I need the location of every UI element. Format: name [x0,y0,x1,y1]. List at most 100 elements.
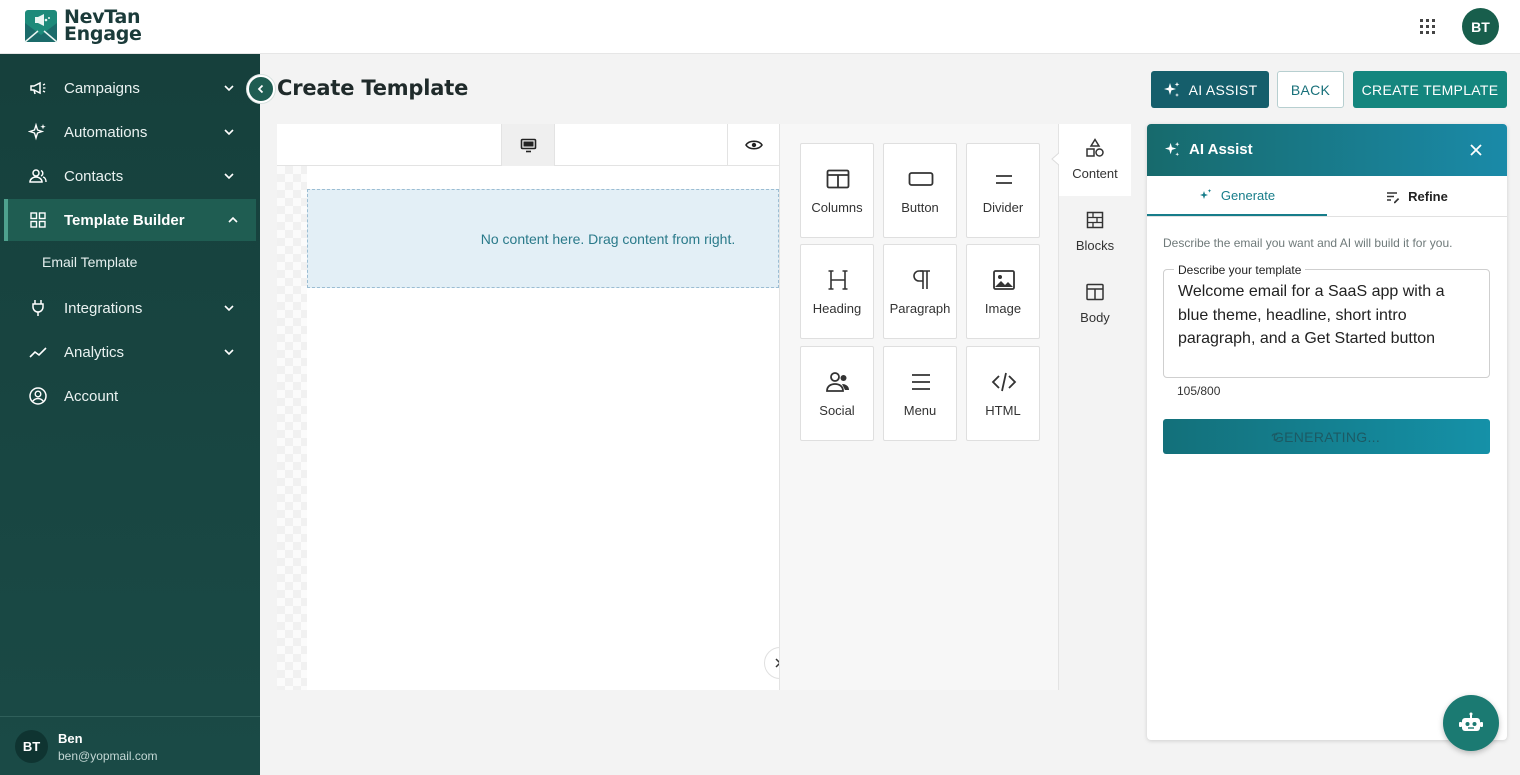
sidebar-item-label: Analytics [64,343,125,361]
tool-label: Paragraph [889,301,951,316]
chevron-down-icon [224,305,234,312]
panel-tabs: Content Blocks Body [1059,124,1131,690]
monitor-icon [520,138,536,152]
tab-generate-label: Generate [1220,187,1276,203]
heading-icon [828,270,848,290]
chatbot-button[interactable] [1443,695,1499,751]
sparkle-icon [1164,141,1180,157]
tool-paragraph[interactable]: Paragraph [883,244,957,339]
image-icon [993,270,1015,290]
user-avatar[interactable]: BT [1462,8,1499,45]
collapse-sidebar-button[interactable] [247,75,275,103]
sidebar: Campaigns Automations Contacts Template … [0,54,260,775]
page-title: Create Template [277,76,469,100]
back-button[interactable]: BACK [1277,71,1344,108]
trend-icon [29,347,47,358]
tab-blocks[interactable]: Blocks [1059,196,1131,268]
ai-assist-label: AI ASSIST [1188,81,1258,98]
tool-label: Heading [812,301,862,316]
tab-label: Body [1080,310,1110,325]
drop-zone[interactable]: No content here. Drag content from right… [307,189,779,288]
canvas-toolbar [277,124,779,166]
robot-icon [1459,712,1483,731]
tool-image[interactable]: Image [966,244,1040,339]
tool-menu[interactable]: Menu [883,346,957,441]
sidebar-item-integrations[interactable]: Integrations [0,287,256,329]
eye-icon [744,140,763,150]
tool-social[interactable]: Social [800,346,874,441]
sidebar-item-label: Integrations [64,299,143,317]
chevron-down-icon [224,129,234,136]
chevron-left-icon [257,84,264,94]
brand-logo[interactable]: NevTan Engage [24,8,142,45]
account-circle-icon [29,387,47,405]
generate-button[interactable]: GENERATING... [1163,419,1490,454]
chevron-down-icon [224,173,234,180]
tab-generate[interactable]: Generate [1147,176,1327,216]
ai-panel-title: AI Assist [1189,141,1253,158]
user-profile[interactable]: BT Ben ben@yopmail.com [0,716,260,775]
code-icon [991,372,1017,392]
chevron-up-icon [228,216,238,223]
edit-lines-icon [1387,191,1400,203]
user-email: ben@yopmail.com [58,749,158,763]
template-prompt-text[interactable]: Welcome email for a SaaS app with a blue… [1178,280,1478,351]
tool-label: Button [901,200,939,215]
sidebar-item-template-builder[interactable]: Template Builder [4,199,256,241]
tab-label: Content [1072,166,1118,181]
grid-icon [30,212,46,228]
sidebar-subitem-email-template[interactable]: Email Template [42,254,137,270]
tool-button[interactable]: Button [883,143,957,238]
user-avatar-small: BT [15,730,48,763]
sparkle-icon [28,122,46,141]
preview-button[interactable] [727,124,779,166]
sparkle-icon [1163,81,1179,97]
brand-line2: Engage [64,23,142,45]
desktop-view-button[interactable] [501,124,555,166]
canvas-body: No content here. Drag content from right… [277,166,779,690]
apps-grid-icon[interactable] [1419,18,1436,35]
empty-canvas-message: No content here. Drag content from right… [480,230,736,247]
tool-label: HTML [985,403,1021,418]
ai-assist-button[interactable]: AI ASSIST [1151,71,1269,108]
tool-heading[interactable]: Heading [800,244,874,339]
sidebar-item-analytics[interactable]: Analytics [0,331,256,373]
megaphone-icon [30,81,46,95]
tool-label: Social [819,403,855,418]
tab-content[interactable]: Content [1059,124,1131,196]
generate-button-label: GENERATING... [1272,428,1381,445]
template-prompt-label: Describe your template [1174,263,1306,277]
sidebar-item-contacts[interactable]: Contacts [0,155,256,197]
tool-html[interactable]: HTML [966,346,1040,441]
logo-mark-icon [24,10,58,43]
body-layout-icon [1086,283,1104,301]
tab-refine[interactable]: Refine [1327,176,1507,217]
tool-label: Divider [982,200,1024,215]
shapes-icon [1086,138,1104,157]
brand-name: NevTan Engage [64,8,142,45]
people-icon [29,169,47,183]
plug-icon [32,300,44,316]
chevron-down-icon [224,85,234,92]
social-icon [826,372,849,392]
close-icon[interactable] [1468,142,1484,158]
content-tools-panel: Columns Button Divider Heading Paragraph… [779,124,1059,690]
create-template-button[interactable]: CREATE TEMPLATE [1353,71,1507,108]
ai-assist-panel: AI Assist Generate Refine Describe the e… [1147,124,1507,740]
ai-description: Describe the email you want and AI will … [1163,236,1453,250]
sidebar-item-campaigns[interactable]: Campaigns [0,67,256,109]
tool-label: Image [984,301,1022,316]
tool-columns[interactable]: Columns [800,143,874,238]
button-icon [908,172,934,186]
tab-body[interactable]: Body [1059,268,1131,340]
user-name: Ben [58,731,83,746]
sidebar-item-automations[interactable]: Automations [0,111,256,153]
ai-panel-header: AI Assist [1147,124,1507,176]
tool-label: Columns [811,200,863,215]
tool-divider[interactable]: Divider [966,143,1040,238]
columns-icon [826,169,850,189]
template-prompt-field[interactable]: Describe your template Welcome email for… [1163,263,1490,378]
sidebar-item-account[interactable]: Account [0,375,256,417]
sidebar-item-label: Automations [64,123,148,141]
ai-tabs: Generate Refine [1147,176,1507,217]
